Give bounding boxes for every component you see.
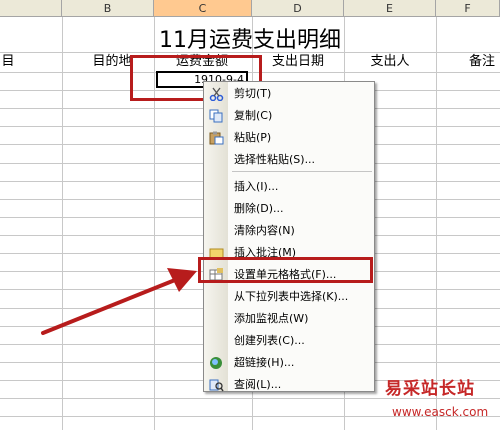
annotation-arrow-icon [41,268,197,335]
watermark-url[interactable]: www.easck.com [392,405,488,419]
watermark-logo: 易采站长站 [385,379,475,399]
